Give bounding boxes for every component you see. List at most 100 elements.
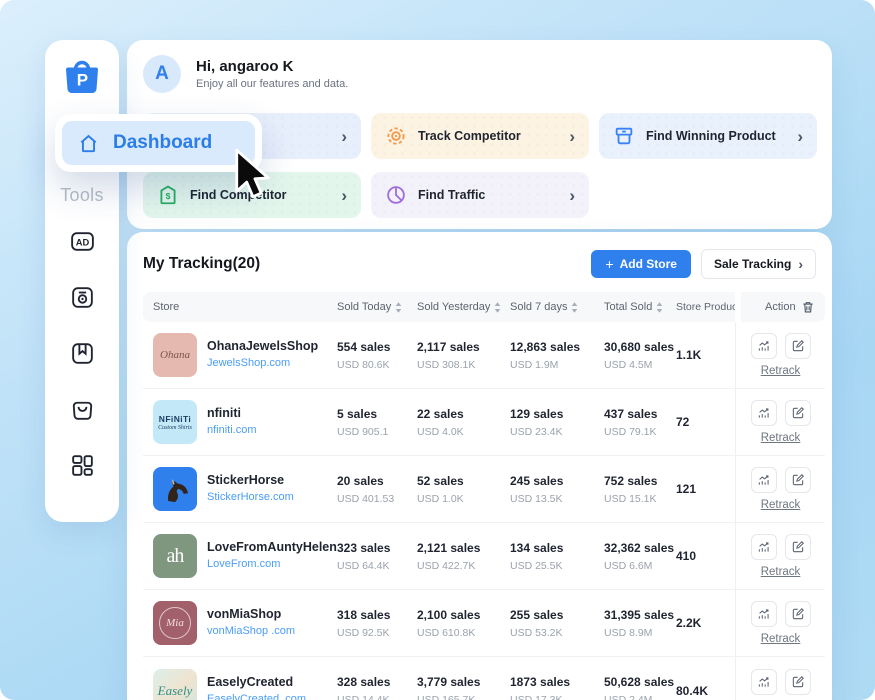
quick-action-track-competitor[interactable]: Track Competitor › [371,113,589,159]
store-domain-link[interactable]: JewelsShop.com [207,357,290,369]
sale-tracking-button[interactable]: Sale Tracking › [701,249,816,279]
store-logo: NFiNiTi Custom Shirts [153,400,197,444]
chart-icon-button[interactable] [751,601,777,627]
chart-icon-button[interactable] [751,669,777,695]
chevron-right-icon: › [797,128,803,145]
shop-dollar-icon: $ [157,184,179,206]
add-store-button[interactable]: + Add Store [591,250,691,278]
store-cell: ah LoveFromAuntyHelen LoveFrom.com [143,534,337,578]
edit-icon-button[interactable] [785,534,811,560]
target-icon [385,125,407,147]
retrack-link[interactable]: Retrack [761,499,801,511]
action-cell: Retrack [735,322,825,388]
sold-today-cell: 318 salesUSD 92.5K [337,608,417,639]
dashboard-label: Dashboard [113,132,212,154]
chart-icon-button[interactable] [751,467,777,493]
store-domain-link[interactable]: nfiniti.com [207,424,257,436]
store-domain-link[interactable]: LoveFrom.com [207,558,280,570]
store-domain-link[interactable]: EaselyCreated .com [207,693,306,700]
store-domain-link[interactable]: vonMiaShop .com [207,625,295,637]
store-name: EaselyCreated [207,675,306,689]
edit-icon-button[interactable] [785,333,811,359]
tools-section-label: Tools [45,185,119,206]
table-row: NFiNiTi Custom Shirts nfiniti nfiniti.co… [143,389,825,456]
total-sold-cell: 50,628 salesUSD 2.4M [604,675,676,700]
sort-icon[interactable] [494,302,501,313]
action-cell: Retrack [735,590,825,656]
apps-icon[interactable] [69,452,96,479]
avatar[interactable]: A [143,55,181,93]
chevron-right-icon: › [569,187,575,204]
store-logo: Mia [153,601,197,645]
store-name: StickerHorse [207,473,294,487]
store-logo: ah [153,534,197,578]
home-icon [77,132,100,155]
column-header-sold-yesterday[interactable]: Sold Yesterday [417,301,510,313]
plus-icon: + [605,257,613,271]
store-products-cell: 121 [676,482,735,496]
sold-today-cell: 20 salesUSD 401.53 [337,474,417,505]
retrack-link[interactable]: Retrack [761,365,801,377]
store-name: vonMiaShop [207,607,295,621]
chevron-right-icon: › [798,257,803,271]
my-tracking-card: My Tracking(20) + Add Store Sale Trackin… [127,232,832,700]
edit-icon-button[interactable] [785,669,811,695]
chevron-right-icon: › [341,187,347,204]
retrack-link[interactable]: Retrack [761,432,801,444]
trash-icon[interactable] [801,300,815,314]
svg-text:P: P [77,71,88,90]
store-cell: NFiNiTi Custom Shirts nfiniti nfiniti.co… [143,400,337,444]
store-products-cell: 410 [676,549,735,563]
shopping-bag-logo-icon: P [60,54,104,98]
chevron-right-icon: › [341,128,347,145]
quick-action-label: Find Traffic [418,188,485,202]
quick-action-find-winning-product[interactable]: Find Winning Product › [599,113,817,159]
quick-action-find-competitor[interactable]: $ Find Competitor › [143,172,361,218]
tracker-icon[interactable] [69,284,96,311]
sort-icon[interactable] [571,302,578,313]
store-cell: StickerHorse StickerHorse.com [143,467,337,511]
sold-yesterday-cell: 2,121 salesUSD 422.7K [417,541,510,572]
store-name: nfiniti [207,406,257,420]
sold-7-days-cell: 1873 salesUSD 17.3K [510,675,604,700]
quick-action-label: Track Competitor [418,129,521,143]
action-cell: Retrack [735,657,825,700]
retrack-link[interactable]: Retrack [761,633,801,645]
column-header-sold-today[interactable]: Sold Today [337,301,417,313]
edit-icon-button[interactable] [785,400,811,426]
total-sold-cell: 30,680 salesUSD 4.5M [604,340,676,371]
store-products-cell: 72 [676,415,735,429]
table-row: Easely EaselyCreated EaselyCreated .com … [143,657,825,700]
store-domain-link[interactable]: StickerHorse.com [207,491,294,503]
store-products-cell: 1.1K [676,348,735,362]
store-cell: Easely EaselyCreated EaselyCreated .com [143,669,337,700]
ad-icon[interactable]: AD [69,228,96,255]
chart-icon-button[interactable] [751,400,777,426]
column-header-total-sold[interactable]: Total Sold [604,301,676,313]
column-header-sold-7-days[interactable]: Sold 7 days [510,301,604,313]
edit-icon-button[interactable] [785,467,811,493]
quick-action-find-traffic[interactable]: Find Traffic › [371,172,589,218]
sort-icon[interactable] [656,302,663,313]
store-logo: Easely [153,669,197,700]
shop-bag-icon[interactable] [69,396,96,423]
dashboard-menu-popup: Dashboard [55,114,262,172]
sidebar-item-dashboard[interactable]: Dashboard [62,121,255,165]
sold-today-cell: 323 salesUSD 64.4K [337,541,417,572]
quick-action-label: Find Competitor [190,188,287,202]
table-row: StickerHorse StickerHorse.com 20 salesUS… [143,456,825,523]
box-icon [613,125,635,147]
edit-icon-button[interactable] [785,601,811,627]
bookmark-icon[interactable] [69,340,96,367]
chart-icon-button[interactable] [751,534,777,560]
greeting-text: Hi, angaroo K [196,58,348,75]
svg-text:AD: AD [75,237,89,247]
store-logo: Ohana [153,333,197,377]
chart-icon-button[interactable] [751,333,777,359]
table-row: Mia vonMiaShop vonMiaShop .com 318 sales… [143,590,825,657]
app-logo[interactable]: P [60,54,104,103]
sold-today-cell: 328 salesUSD 14.4K [337,675,417,700]
store-products-cell: 80.4K [676,684,735,698]
retrack-link[interactable]: Retrack [761,566,801,578]
sort-icon[interactable] [395,302,402,313]
